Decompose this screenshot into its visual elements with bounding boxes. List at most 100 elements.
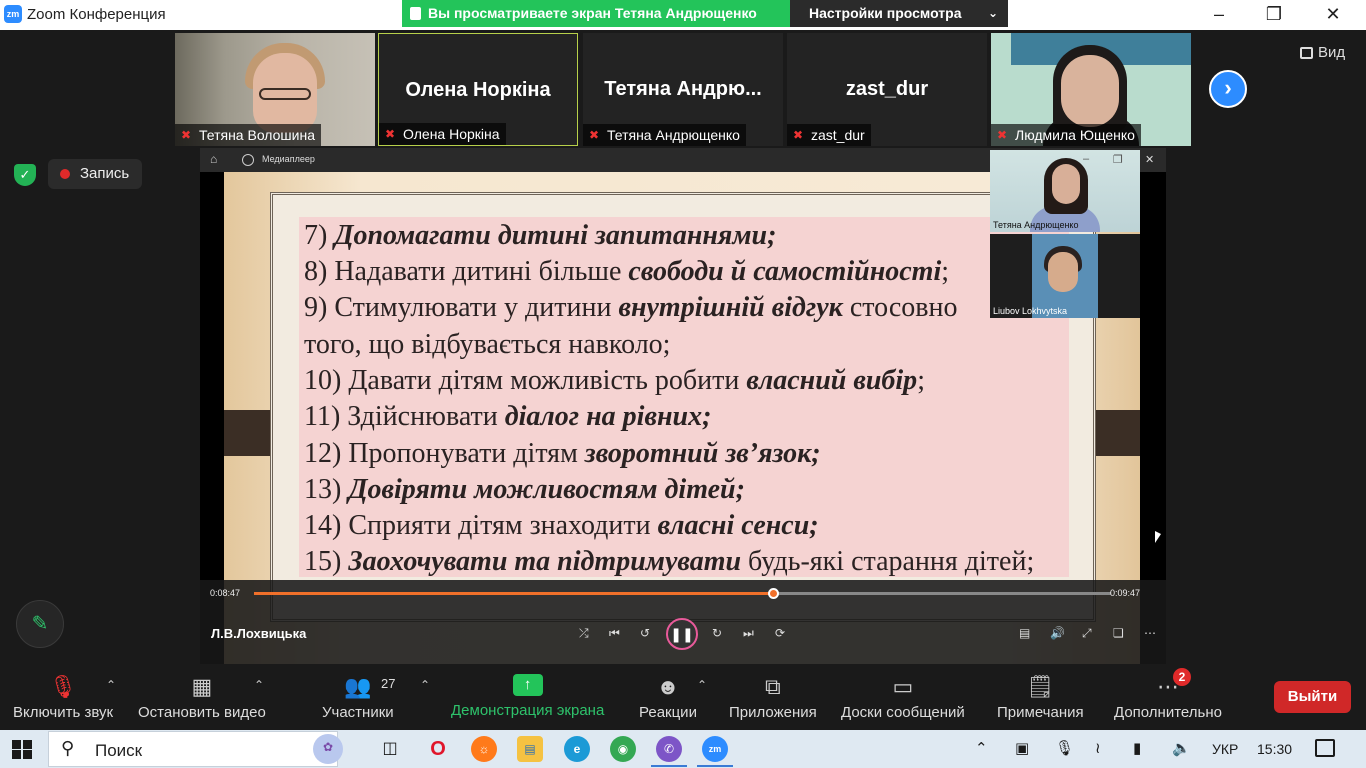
- chevron-up-icon[interactable]: ⌃: [106, 678, 116, 692]
- slide-line-number: 14): [304, 510, 349, 541]
- volume-icon[interactable]: 🔈: [1172, 739, 1191, 757]
- windows-start-icon[interactable]: [12, 740, 32, 759]
- slide-line-number: 15): [304, 546, 349, 577]
- minimize-button[interactable]: –: [1196, 0, 1242, 30]
- miniplayer-icon[interactable]: ❏: [1113, 626, 1124, 640]
- notes-button[interactable]: 🗒 Примечания: [997, 674, 1084, 721]
- leave-button[interactable]: Выйти: [1274, 681, 1351, 713]
- edge-icon[interactable]: e: [564, 736, 590, 762]
- slide-line-number: 10): [304, 365, 349, 396]
- slide-emphasis: Довіряти можливостям дітей;: [348, 474, 745, 505]
- record-dot-icon: [60, 169, 70, 179]
- slide-line: 10) Давати дітям можливість робити власн…: [304, 365, 925, 397]
- repeat-icon[interactable]: ⟳: [775, 626, 785, 640]
- notes-icon: 🗒: [1026, 674, 1055, 699]
- wifi-icon[interactable]: ≀: [1095, 739, 1101, 757]
- shuffle-icon[interactable]: ⤮: [579, 626, 589, 641]
- recording-indicator[interactable]: Запись: [48, 159, 142, 189]
- close-button[interactable]: ✕: [1310, 0, 1356, 30]
- slide-emphasis: діалог на рівних;: [504, 401, 712, 432]
- pause-button[interactable]: ❚❚: [666, 618, 698, 650]
- notifications-icon[interactable]: [1315, 739, 1335, 757]
- next-icon[interactable]: ⏭: [743, 626, 754, 641]
- seek-bar[interactable]: [254, 588, 1111, 599]
- pip-name: Liubov Lokhvytska: [993, 306, 1068, 316]
- task-view-icon[interactable]: ◫: [377, 736, 403, 762]
- taskbar-search[interactable]: ⚲ Поиск: [48, 731, 338, 767]
- view-button[interactable]: Вид: [1294, 41, 1356, 65]
- more-options-icon[interactable]: ⋯: [1144, 626, 1156, 640]
- mic-muted-icon: ✖: [385, 127, 396, 141]
- active-app-indicator: [697, 765, 733, 767]
- participant-name: zast_dur: [811, 127, 865, 143]
- view-settings-button[interactable]: Настройки просмотра ⌄: [790, 0, 1008, 27]
- reactions-button[interactable]: ☻ Реакции: [639, 674, 697, 721]
- zoom-taskbar-icon[interactable]: zm: [702, 736, 728, 762]
- rewind-icon[interactable]: ↺: [640, 626, 650, 640]
- clock[interactable]: 15:30: [1257, 741, 1292, 757]
- subtitles-icon[interactable]: ▤: [1019, 626, 1030, 640]
- slide-text-segment: ;: [917, 365, 925, 396]
- meet-now-icon[interactable]: ▣: [1015, 739, 1029, 757]
- whiteboards-button[interactable]: ▭ Доски сообщений: [841, 674, 965, 721]
- unmute-button[interactable]: 🎙 Включить звук: [13, 674, 113, 721]
- participant-display-name: Олена Норкіна: [405, 79, 551, 101]
- restore-icon: ❐: [1113, 154, 1123, 166]
- slide-line: 14) Сприяти дітям знаходити власні сенси…: [304, 510, 819, 542]
- mic-off-icon: 🎙: [49, 674, 77, 699]
- seek-handle[interactable]: [767, 588, 779, 599]
- slide-emphasis: внутрішній відгук: [618, 292, 843, 323]
- zoom-logo-icon: zm: [4, 5, 22, 23]
- mic-muted-icon: ✖: [997, 128, 1008, 142]
- slide-line: 15) Заохочувати та підтримувати будь-які…: [304, 546, 1034, 578]
- fullscreen-icon[interactable]: ⤢: [1082, 626, 1092, 641]
- notes-label: Примечания: [997, 704, 1084, 721]
- language-indicator[interactable]: УКР: [1212, 741, 1238, 757]
- search-icon: ⚲: [61, 738, 75, 758]
- chrome-icon[interactable]: ◉: [610, 736, 636, 762]
- media-player-icon: [242, 154, 254, 166]
- next-page-button[interactable]: ›: [1209, 70, 1247, 108]
- participant-tile[interactable]: Олена Норкіна ✖ Олена Норкіна: [378, 33, 578, 146]
- forward-icon[interactable]: ↻: [712, 626, 722, 640]
- participant-display-name: Тетяна Андрю...: [604, 78, 762, 100]
- volume-icon[interactable]: 🔊: [1050, 626, 1065, 640]
- stop-video-button[interactable]: ▦ Остановить видео: [138, 674, 266, 721]
- slide-line: 9) Стимулювати у дитини внутрішній відгу…: [304, 292, 957, 324]
- viber-icon[interactable]: ✆: [656, 736, 682, 762]
- participant-tile[interactable]: ✖ Тетяна Волошина: [175, 33, 375, 146]
- slide-line-number: 13): [304, 474, 349, 505]
- participant-tile[interactable]: ✖ Людмила Ющенко: [991, 33, 1191, 146]
- cortana-icon[interactable]: ✿: [313, 734, 343, 764]
- file-explorer-icon[interactable]: ▤: [517, 736, 543, 762]
- reactions-label: Реакции: [639, 704, 697, 721]
- chevron-up-icon[interactable]: ⌃: [975, 739, 988, 757]
- firefox-icon[interactable]: ☼: [471, 736, 497, 762]
- search-placeholder: Поиск: [95, 741, 143, 760]
- previous-icon[interactable]: ⏮: [609, 626, 620, 641]
- apps-button[interactable]: ⧉ Приложения: [729, 674, 817, 721]
- participant-tile[interactable]: zast_dur ✖ zast_dur: [787, 33, 987, 146]
- restore-button[interactable]: ❐: [1251, 0, 1297, 30]
- more-button[interactable]: ⋯ Дополнительно: [1114, 674, 1222, 721]
- annotate-pencil-button[interactable]: ✎: [16, 600, 64, 648]
- title-bar: zm Zoom Конференция Вы просматриваете эк…: [0, 0, 1366, 30]
- security-shield-icon[interactable]: ✓: [14, 164, 36, 186]
- participant-tile[interactable]: Тетяна Андрю... ✖ Тетяна Андрющенко: [583, 33, 783, 146]
- chevron-up-icon[interactable]: ⌃: [420, 678, 430, 692]
- chevron-up-icon[interactable]: ⌃: [254, 678, 264, 692]
- more-dots-icon: ⋯: [1156, 674, 1179, 699]
- share-screen-button[interactable]: ↑ Демонстрация экрана: [451, 674, 604, 719]
- opera-icon[interactable]: O: [425, 736, 451, 762]
- share-arrow-icon: ↑: [512, 674, 543, 696]
- stop-video-label: Остановить видео: [138, 704, 266, 721]
- track-name: Л.В.Лохвицька: [211, 626, 307, 641]
- chevron-up-icon[interactable]: ⌃: [697, 678, 707, 692]
- whiteboards-label: Доски сообщений: [841, 704, 965, 721]
- home-icon[interactable]: ⌂: [210, 152, 217, 166]
- slide-line: 11) Здійснювати діалог на рівних;: [304, 401, 711, 433]
- battery-icon[interactable]: ▮: [1133, 739, 1141, 757]
- microphone-icon[interactable]: 🎙: [1055, 739, 1074, 757]
- mic-muted-icon: ✖: [589, 128, 600, 142]
- slide-text-segment: стосовно: [842, 292, 958, 323]
